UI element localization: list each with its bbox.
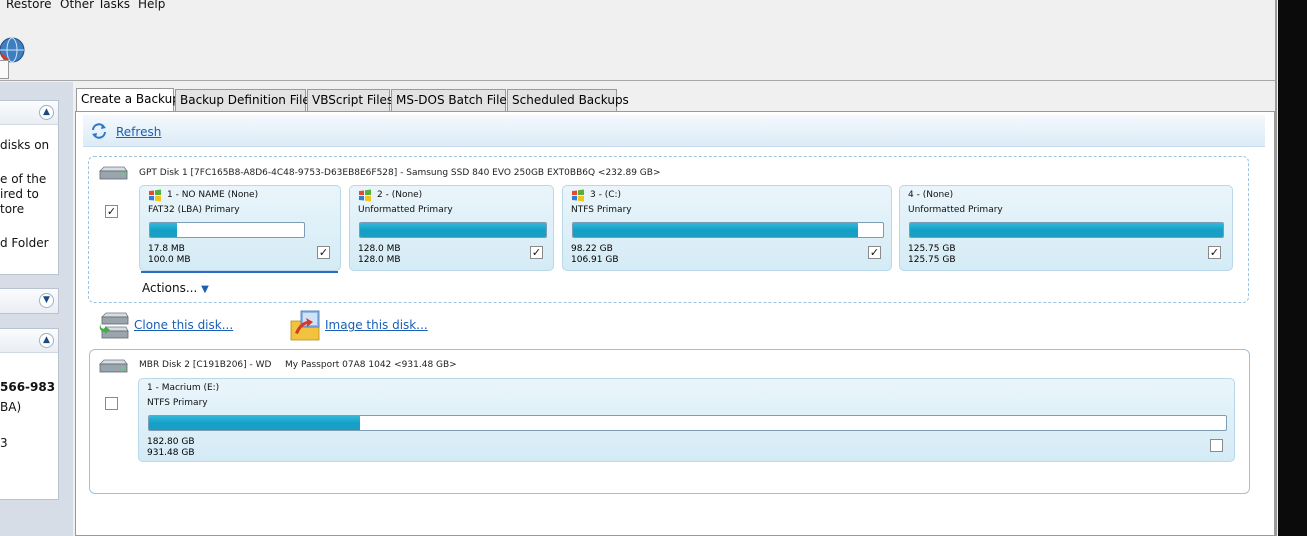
partition-name: 2 - (None): [377, 190, 423, 200]
partition-name: 3 - (C:): [590, 190, 622, 200]
partition-total: 106.91 GB: [571, 255, 619, 265]
usage-bar: [359, 222, 547, 238]
left-panel: ▲ disks on e of the ired to tore d Folde…: [0, 82, 73, 536]
selected-partition-indicator: [141, 271, 338, 273]
clone-disk-icon[interactable]: [99, 311, 129, 341]
usage-bar-fill: [910, 223, 1223, 237]
left-info-text: BA): [0, 400, 22, 414]
window-border: [1275, 0, 1277, 536]
left-task-text: ired to: [0, 187, 39, 201]
partition-3[interactable]: 3 - (C:) NTFS Primary 98.22 GB 106.91 GB…: [562, 185, 892, 271]
usage-bar: [572, 222, 884, 238]
left-info-header: ▲: [0, 329, 58, 353]
disk2-model: My Passport 07A8 1042 <931.48 GB>: [285, 360, 457, 370]
windows-flag-icon: [149, 189, 161, 202]
left-info-text: 3: [0, 436, 8, 450]
partition-4[interactable]: 4 - (None) Unformatted Primary 125.75 GB…: [899, 185, 1233, 271]
windows-flag-icon: [572, 189, 584, 202]
tab-vbscript-files[interactable]: VBScript Files: [307, 89, 393, 111]
toolbar-separator: [0, 80, 1276, 81]
chevron-up-icon[interactable]: ▲: [39, 105, 54, 120]
partition-checkbox[interactable]: ✓: [868, 246, 881, 259]
partition-used: 98.22 GB: [571, 244, 613, 254]
left-collapsed-box: ▼: [0, 288, 59, 314]
partition-1[interactable]: 1 - NO NAME (None) FAT32 (LBA) Primary 1…: [139, 185, 341, 271]
actions-label: Actions...: [142, 281, 198, 295]
partition-used: 128.0 MB: [358, 244, 401, 254]
tab-backup-definition-files[interactable]: Backup Definition Files: [175, 89, 316, 111]
usage-bar: [149, 222, 305, 238]
partition-checkbox[interactable]: ✓: [530, 246, 543, 259]
left-task-header: ▲: [0, 101, 58, 125]
disk1-checkbox[interactable]: ✓: [105, 205, 118, 218]
actions-menu[interactable]: Actions... ▼: [142, 281, 209, 295]
disk2-title: MBR Disk 2 [C191B206] - WD: [139, 360, 272, 370]
refresh-link[interactable]: Refresh: [116, 125, 161, 139]
partition-filesystem: NTFS Primary: [571, 205, 632, 215]
toolbar: [0, 14, 1275, 81]
partition-filesystem: Unformatted Primary: [908, 205, 1003, 215]
refresh-bar: [83, 115, 1265, 147]
left-info-text: 566-983: [0, 380, 56, 394]
chevron-up-icon[interactable]: ▲: [39, 333, 54, 348]
left-info-box: ▲ 566-983 BA) 3: [0, 328, 59, 500]
left-task-text: d Folder: [0, 236, 49, 250]
partition-used: 125.75 GB: [908, 244, 956, 254]
usage-bar-fill: [150, 223, 178, 237]
window-edge: [1278, 0, 1307, 536]
tab-scheduled-backups[interactable]: Scheduled Backups: [507, 89, 629, 111]
usage-bar-fill: [360, 223, 546, 237]
left-task-text: e of the: [0, 172, 47, 186]
menu-help[interactable]: Help: [138, 0, 165, 11]
partition-2[interactable]: 2 - (None) Unformatted Primary 128.0 MB …: [349, 185, 554, 271]
partition-total: 125.75 GB: [908, 255, 956, 265]
partition-checkbox[interactable]: ✓: [317, 246, 330, 259]
chevron-down-icon: ▼: [201, 284, 209, 295]
usage-bar-fill: [149, 416, 361, 430]
left-task-text: disks on: [0, 138, 50, 152]
usage-bar: [909, 222, 1224, 238]
image-disk-link[interactable]: Image this disk...: [325, 318, 428, 332]
left-task-box: ▲ disks on e of the ired to tore d Folde…: [0, 100, 59, 275]
tab-create-backup[interactable]: Create a Backup: [76, 88, 180, 111]
partition-used: 182.80 GB: [147, 437, 195, 447]
toolbar-dropdown[interactable]: [0, 60, 9, 79]
left-collapsed-header: ▼: [0, 289, 58, 313]
image-disk-icon[interactable]: [289, 309, 323, 343]
usage-bar-fill: [573, 223, 858, 237]
refresh-icon[interactable]: [90, 122, 108, 140]
disk-icon: [99, 166, 128, 180]
partition-total: 128.0 MB: [358, 255, 401, 265]
partition-name: 1 - NO NAME (None): [167, 190, 259, 200]
partition-used: 17.8 MB: [148, 244, 185, 254]
menu-other-tasks[interactable]: Other Tasks: [60, 0, 130, 11]
partition-filesystem: NTFS Primary: [147, 398, 208, 408]
disk2-partition-1[interactable]: 1 - Macrium (E:) NTFS Primary 182.80 GB …: [138, 378, 1235, 462]
disk1-title: GPT Disk 1 [7FC165B8-A8D6-4C48-9753-D63E…: [139, 168, 661, 178]
clone-disk-link[interactable]: Clone this disk...: [134, 318, 233, 332]
windows-flag-icon: [359, 189, 371, 202]
disk-icon: [99, 359, 128, 373]
partition-name: 1 - Macrium (E:): [147, 383, 220, 393]
menu-restore[interactable]: Restore: [6, 0, 52, 11]
partition-total: 931.48 GB: [147, 448, 195, 458]
chevron-down-icon[interactable]: ▼: [39, 293, 54, 308]
left-task-text: tore: [0, 202, 25, 216]
partition-checkbox[interactable]: ✓: [1208, 246, 1221, 259]
partition-checkbox[interactable]: [1210, 439, 1223, 452]
disk2-checkbox[interactable]: [105, 397, 118, 410]
partition-filesystem: FAT32 (LBA) Primary: [148, 205, 240, 215]
partition-total: 100.0 MB: [148, 255, 191, 265]
menu-bar: Restore Other Tasks Help: [0, 0, 1275, 14]
tab-msdos-batch-files[interactable]: MS-DOS Batch Files: [391, 89, 513, 111]
usage-bar: [148, 415, 1227, 431]
partition-filesystem: Unformatted Primary: [358, 205, 453, 215]
partition-name: 4 - (None): [908, 190, 954, 200]
